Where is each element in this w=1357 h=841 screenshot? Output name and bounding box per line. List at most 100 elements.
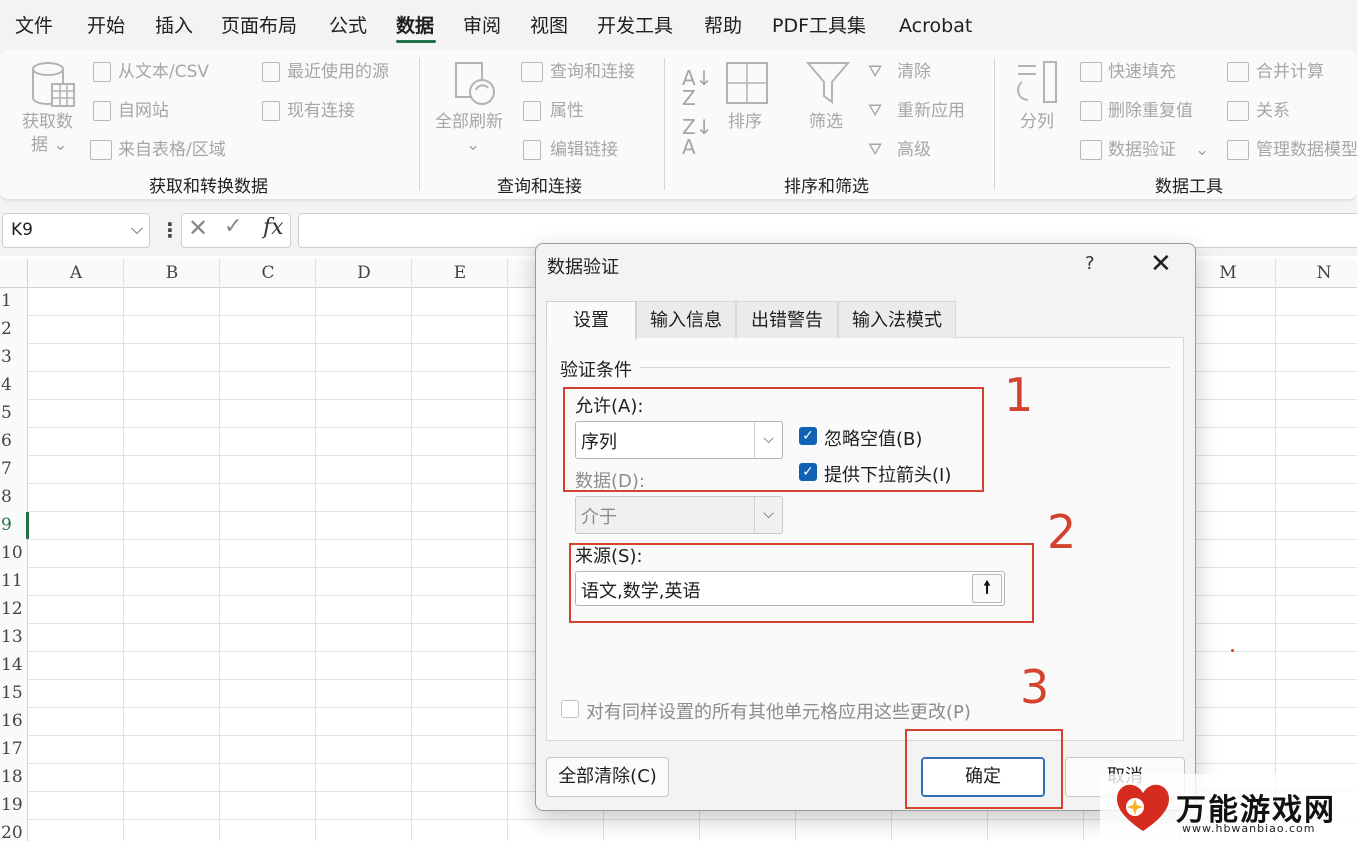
grid-line: [507, 259, 508, 841]
menu-file[interactable]: 文件: [15, 14, 53, 38]
annotation-box-3: [905, 729, 1063, 809]
row-header[interactable]: 2: [0, 319, 26, 339]
column-header[interactable]: D: [316, 263, 412, 283]
row-header[interactable]: 9: [0, 515, 26, 535]
tab-error-alert[interactable]: 出错警告: [736, 301, 838, 338]
ribbon-separator: [664, 58, 665, 190]
relationships-button[interactable]: 关系: [1256, 100, 1290, 122]
row-header[interactable]: 14: [0, 655, 26, 675]
sort-button[interactable]: 排序: [728, 111, 762, 133]
row-header[interactable]: 8: [0, 487, 26, 507]
row-header[interactable]: 6: [0, 431, 26, 451]
menu-acrobat[interactable]: Acrobat: [899, 14, 972, 38]
remove-duplicates-button[interactable]: 删除重复值: [1108, 100, 1193, 122]
tab-ime-mode[interactable]: 输入法模式: [838, 301, 956, 338]
get-data-label[interactable]: 获取数: [22, 111, 73, 133]
insert-function-icon[interactable]: fx: [263, 215, 284, 240]
menu-view[interactable]: 视图: [530, 14, 568, 38]
clear-all-button[interactable]: 全部清除(C): [546, 757, 669, 797]
clear-button[interactable]: 清除: [897, 61, 931, 83]
advanced-button[interactable]: 高级: [897, 139, 931, 161]
help-icon[interactable]: ?: [1085, 253, 1095, 274]
get-data-label-2[interactable]: 据 ⌄: [31, 134, 68, 156]
refresh-all-icon[interactable]: [452, 60, 498, 110]
row-header[interactable]: 12: [0, 599, 26, 619]
filter-button[interactable]: 筛选: [809, 111, 843, 133]
consolidate-button[interactable]: 合并计算: [1256, 61, 1324, 83]
row-header[interactable]: 18: [0, 767, 26, 787]
queries-connections-button[interactable]: 查询和连接: [550, 61, 635, 83]
menu-review[interactable]: 审阅: [463, 14, 501, 38]
sort-ascending-icon[interactable]: A↓ Z: [682, 68, 712, 108]
row-header[interactable]: 1: [0, 291, 26, 311]
text-to-columns-button[interactable]: 分列: [1020, 111, 1054, 133]
row-header[interactable]: 15: [0, 683, 26, 703]
text-to-columns-icon[interactable]: [1014, 60, 1060, 108]
sort-icon[interactable]: [726, 62, 768, 106]
row-header[interactable]: 5: [0, 403, 26, 423]
recent-sources-icon: [262, 62, 280, 82]
reapply-icon: ⛛: [868, 101, 883, 121]
grid-line: [123, 259, 124, 841]
data-validation-button[interactable]: 数据验证: [1108, 139, 1176, 161]
refresh-all-button[interactable]: 全部刷新: [435, 111, 503, 133]
menu-home[interactable]: 开始: [87, 14, 125, 38]
from-web-button[interactable]: 自网站: [118, 100, 169, 122]
apply-all-checkbox[interactable]: [561, 700, 579, 718]
column-header[interactable]: B: [124, 263, 220, 283]
existing-connections-button[interactable]: 现有连接: [287, 100, 355, 122]
grid-line: [219, 259, 220, 841]
properties-button[interactable]: 属性: [550, 100, 584, 122]
apply-all-label[interactable]: 对有同样设置的所有其他单元格应用这些更改(P): [586, 698, 971, 724]
select-all-corner[interactable]: [0, 259, 28, 288]
watermark-heart-logo-icon: [1117, 784, 1169, 831]
column-header[interactable]: E: [412, 263, 508, 283]
menu-insert[interactable]: 插入: [155, 14, 193, 38]
row-header[interactable]: 7: [0, 459, 26, 479]
menu-formulas[interactable]: 公式: [329, 14, 367, 38]
menu-page-layout[interactable]: 页面布局: [221, 14, 297, 38]
chevron-down-icon[interactable]: ⌵: [131, 219, 143, 239]
edit-links-button[interactable]: 编辑链接: [550, 139, 618, 161]
data-validation-chevron-icon[interactable]: ⌄: [1195, 139, 1209, 161]
name-box[interactable]: K9 ⌵: [2, 213, 150, 248]
menu-help[interactable]: 帮助: [704, 14, 742, 38]
tab-input-message[interactable]: 输入信息: [636, 301, 736, 338]
flash-fill-button[interactable]: 快速填充: [1108, 61, 1176, 83]
row-header[interactable]: 4: [0, 375, 26, 395]
row-header[interactable]: 20: [0, 823, 26, 841]
column-header[interactable]: A: [28, 263, 124, 283]
manage-data-model-button[interactable]: 管理数据模型: [1256, 139, 1357, 161]
row-header[interactable]: 3: [0, 347, 26, 367]
from-table-button[interactable]: 来自表格/区域: [118, 139, 226, 161]
relationships-icon: [1227, 101, 1249, 121]
remove-duplicates-icon: [1080, 101, 1102, 121]
filter-icon[interactable]: [806, 60, 850, 106]
cancel-entry-icon[interactable]: ✕: [188, 214, 208, 242]
confirm-entry-icon[interactable]: ✓: [224, 214, 242, 239]
more-options-icon[interactable]: ⋮: [160, 218, 180, 242]
edit-links-icon: [523, 140, 541, 160]
column-header[interactable]: C: [220, 263, 316, 283]
row-header[interactable]: 13: [0, 627, 26, 647]
recent-sources-button[interactable]: 最近使用的源: [287, 61, 389, 83]
refresh-all-chevron-icon[interactable]: ⌄: [466, 134, 480, 156]
menu-data[interactable]: 数据: [396, 14, 434, 38]
advanced-filter-icon: ⛛: [868, 140, 883, 160]
row-header[interactable]: 17: [0, 739, 26, 759]
menu-developer[interactable]: 开发工具: [597, 14, 673, 38]
active-row-indicator: [26, 512, 29, 539]
from-text-csv-button[interactable]: 从文本/CSV: [118, 61, 209, 83]
close-icon[interactable]: ✕: [1150, 249, 1172, 279]
reapply-button[interactable]: 重新应用: [897, 100, 965, 122]
row-header[interactable]: 19: [0, 795, 26, 815]
menu-pdf-tools[interactable]: PDF工具集: [772, 14, 866, 38]
sort-descending-icon[interactable]: Z↓ A: [682, 117, 712, 157]
row-header[interactable]: 10: [0, 543, 26, 563]
get-data-icon[interactable]: [30, 60, 76, 110]
row-header[interactable]: 11: [0, 571, 26, 591]
tab-settings[interactable]: 设置: [546, 301, 636, 340]
row-header[interactable]: 16: [0, 711, 26, 731]
grid-line: [315, 259, 316, 841]
column-header[interactable]: N: [1276, 263, 1357, 283]
